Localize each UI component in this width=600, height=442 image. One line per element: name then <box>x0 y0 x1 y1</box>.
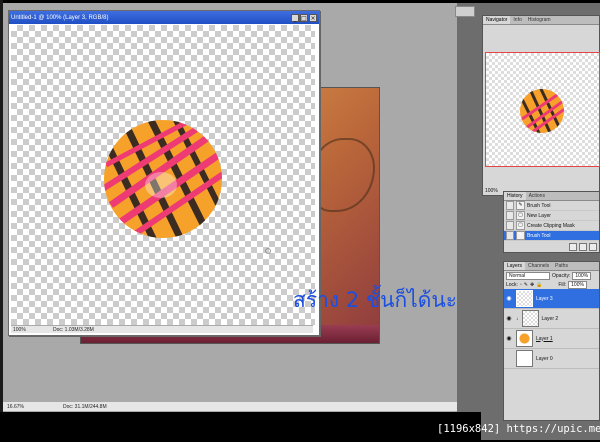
maximize-button[interactable]: □ <box>300 13 308 22</box>
lock-move-icon[interactable]: ✥ <box>530 282 534 288</box>
lock-brush-icon[interactable]: ✎ <box>524 282 528 288</box>
blend-mode-select[interactable]: Normal <box>506 271 550 280</box>
navigator-tabs: Navigator Info Histogram <box>483 16 599 25</box>
layers-tabs: Layers Channels Paths <box>504 262 599 271</box>
eye-icon[interactable]: ◉ <box>505 295 513 303</box>
history-item[interactable]: ▢ New Layer <box>504 211 599 221</box>
layer-name: Layer 1 <box>536 335 553 342</box>
layer-name: Layer 3 <box>536 295 553 302</box>
history-checkbox[interactable] <box>506 211 514 220</box>
brush-icon: ✎ <box>516 201 525 210</box>
layer-row-layer-0[interactable]: Layer 0 <box>504 349 599 369</box>
history-item-label: New Layer <box>527 212 551 219</box>
workspace-doc-info[interactable]: Doc: 31.1M/244.8M <box>37 404 107 410</box>
layers-panel: Layers Channels Paths Normal Opacity: 10… <box>503 261 600 421</box>
trash-icon[interactable] <box>589 243 597 251</box>
side-strip <box>457 3 481 412</box>
document-window[interactable]: Untitled-1 @ 100% (Layer 3, RGB/8) _ □ × <box>8 10 320 336</box>
document-info[interactable]: Doc: 1.03M/3.28M <box>37 327 94 333</box>
history-checkbox[interactable] <box>506 201 514 210</box>
workspace-statusbar: 16.67% Doc: 31.1M/244.8M <box>3 402 457 411</box>
history-tabs: History Actions <box>504 192 599 201</box>
document-zoom[interactable]: 100% <box>11 327 37 333</box>
navigator-zoom[interactable]: 100% <box>485 188 498 194</box>
eye-hidden-icon[interactable] <box>505 355 513 363</box>
navigator-thumbnail <box>520 89 564 133</box>
opacity-label: Opacity: <box>552 272 571 279</box>
brush-cursor-icon <box>265 248 271 254</box>
brush-icon: ✎ <box>516 231 525 240</box>
tab-channels[interactable]: Channels <box>525 262 552 270</box>
document-title: Untitled-1 @ 100% (Layer 3, RGB/8) <box>11 14 109 21</box>
layer-thumbnail <box>521 310 539 327</box>
layer-name: Layer 2 <box>541 315 559 322</box>
layer-name: Layer 0 <box>536 355 553 362</box>
workspace: Untitled-1 @ 100% (Layer 3, RGB/8) _ □ × <box>3 3 457 412</box>
blend-opacity-row: Normal Opacity: 100% <box>504 271 599 280</box>
document-titlebar[interactable]: Untitled-1 @ 100% (Layer 3, RGB/8) _ □ × <box>9 11 319 24</box>
tab-layers[interactable]: Layers <box>504 262 526 270</box>
layer-thumbnail <box>516 290 533 307</box>
document-canvas[interactable] <box>11 25 315 327</box>
navigator-preview[interactable] <box>485 52 600 167</box>
tab-actions[interactable]: Actions <box>526 192 548 200</box>
tab-histogram[interactable]: Histogram <box>525 16 554 24</box>
layer-row-layer-2[interactable]: ◉ ↓ Layer 2 <box>504 309 599 329</box>
mask-icon: ▢ <box>516 221 525 230</box>
palette-column: Navigator Info Histogram 100% History Ac… <box>481 3 600 440</box>
workspace-zoom[interactable]: 16.67% <box>3 404 37 410</box>
tab-info[interactable]: Info <box>510 16 524 24</box>
fill-label: Fill: <box>558 281 567 288</box>
new-snapshot-icon[interactable] <box>579 243 587 251</box>
new-document-icon[interactable] <box>569 243 577 251</box>
tab-navigator[interactable]: Navigator <box>483 16 511 24</box>
eye-icon[interactable]: ◉ <box>505 315 513 323</box>
minimize-button[interactable]: _ <box>291 13 299 22</box>
history-item-label: Create Clipping Mask <box>527 222 575 229</box>
tab-paths[interactable]: Paths <box>552 262 571 270</box>
tab-history[interactable]: History <box>504 192 526 200</box>
history-panel: History Actions ✎ Brush Tool ▢ New Layer… <box>503 191 600 253</box>
navigator-panel: Navigator Info Histogram 100% <box>482 15 600 196</box>
lock-fill-row: Lock: ▫ ✎ ✥ 🔒 Fill: 100% <box>504 280 599 289</box>
close-button[interactable]: × <box>309 13 317 22</box>
lock-label: Lock: <box>506 281 518 288</box>
history-item-label: Brush Tool <box>527 202 551 209</box>
layer-thumbnail <box>516 330 533 347</box>
layer-row-layer-1[interactable]: ◉ Layer 1 <box>504 329 599 349</box>
artwork-hair-stroke <box>311 138 375 212</box>
history-checkbox[interactable] <box>506 221 514 230</box>
opacity-input[interactable]: 100% <box>572 271 592 280</box>
layer-icon: ▢ <box>516 211 525 220</box>
history-footer <box>569 243 597 251</box>
document-statusbar: 100% Doc: 1.03M/3.28M <box>11 325 313 333</box>
annotation-text: สร้าง 2 ชั้นก็ได้นะ> <box>293 288 475 312</box>
clip-arrow-icon: ↓ <box>516 315 519 322</box>
history-item[interactable]: ▢ Create Clipping Mask <box>504 221 599 231</box>
highlight-blur <box>145 172 177 198</box>
lock-all-icon[interactable]: 🔒 <box>536 282 542 288</box>
lock-transparency-icon[interactable]: ▫ <box>520 282 522 288</box>
history-item-label: Brush Tool <box>527 232 551 239</box>
fill-input[interactable]: 100% <box>568 280 587 289</box>
history-item-selected[interactable]: ✎ Brush Tool <box>504 231 599 241</box>
watermark: [1196x842] https://upic.me/ <box>437 423 600 435</box>
collapse-toggle-button[interactable] <box>455 6 475 17</box>
eye-icon[interactable]: ◉ <box>505 335 513 343</box>
canvas-artwork <box>104 120 271 254</box>
layer-thumbnail <box>516 350 533 367</box>
history-checkbox[interactable] <box>506 231 514 240</box>
history-item[interactable]: ✎ Brush Tool <box>504 201 599 211</box>
window-controls: _ □ × <box>291 13 317 22</box>
layer-row-layer-3[interactable]: ◉ Layer 3 <box>504 289 599 309</box>
bottom-black-bar <box>0 412 481 442</box>
